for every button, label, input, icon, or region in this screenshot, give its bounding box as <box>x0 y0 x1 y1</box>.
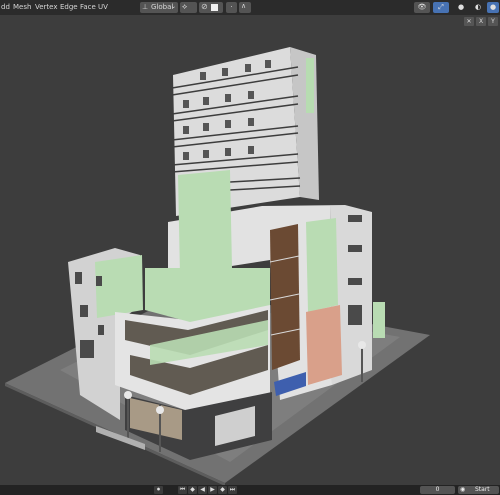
solid-shading-icon[interactable]: ● <box>487 2 499 13</box>
start-frame-field[interactable]: ◉ Start <box>458 486 499 494</box>
axis-icon: ⊥ <box>142 3 149 11</box>
start-label: Start <box>475 486 490 493</box>
chevron-down-icon: ⌄ <box>170 3 176 10</box>
next-keyframe-icon[interactable]: ◆ <box>218 486 227 494</box>
axis-x-button[interactable]: X <box>476 17 486 26</box>
overlay-icon[interactable]: 👁 <box>414 2 430 13</box>
timeline-bar: ⏺ ⏮ ◆ ◀ ▶ ◆ ⏭ 0 ◉ Start <box>0 485 500 495</box>
magnet-icon: ⊘ <box>201 2 208 11</box>
menu-uv[interactable]: UV <box>98 3 108 11</box>
proportional-falloff-dropdown[interactable]: ∧ <box>239 2 251 13</box>
menu-mesh[interactable]: Mesh <box>13 3 31 11</box>
menu-vertex[interactable]: Vertex <box>35 3 58 11</box>
proportional-icon[interactable]: · <box>226 2 237 13</box>
jump-end-icon[interactable]: ⏭ <box>228 486 237 494</box>
pivot-icon: ⟡ <box>182 2 188 11</box>
left-green-panel <box>95 255 143 318</box>
green-glass-tall <box>178 170 232 275</box>
close-icon[interactable]: ✕ <box>464 17 474 26</box>
viewport-header: dd Mesh Vertex Edge Face UV ⊥ Global ⌄ ⟡… <box>0 0 500 15</box>
play-reverse-icon[interactable]: ◀ <box>198 486 207 494</box>
gizmo-icon[interactable]: ⤢ <box>433 2 449 13</box>
transform-orientation-dropdown[interactable]: ⊥ Global ⌄ <box>140 2 178 13</box>
right-green-panel <box>306 218 338 312</box>
prev-keyframe-icon[interactable]: ◆ <box>188 486 197 494</box>
menu-add[interactable]: dd <box>1 3 10 11</box>
viewport-shading-icon[interactable]: ● <box>455 2 467 13</box>
xray-icon[interactable]: ◐ <box>472 2 484 13</box>
axis-y-button[interactable]: Y <box>488 17 498 26</box>
preview-range-icon: ◉ <box>460 486 466 493</box>
falloff-icon: ∧ <box>241 2 247 10</box>
3d-viewport[interactable] <box>0 15 500 485</box>
tower-green-strip <box>306 58 314 113</box>
marker-icon[interactable]: ⏺ <box>154 486 163 494</box>
menu-edge[interactable]: Edge <box>60 3 78 11</box>
building-model <box>5 47 430 485</box>
sign-panel <box>373 302 385 338</box>
pivot-point-dropdown[interactable]: ⟡ <box>180 2 197 13</box>
jump-start-icon[interactable]: ⏮ <box>178 486 187 494</box>
play-icon[interactable]: ▶ <box>208 486 217 494</box>
snap-toggle[interactable]: ⊘ <box>199 2 223 13</box>
menu-face[interactable]: Face <box>80 3 96 11</box>
view-axis-buttons: ✕ X Y <box>464 17 498 26</box>
pink-facade <box>306 305 342 385</box>
snap-target-icon <box>211 4 218 11</box>
current-frame-field[interactable]: 0 <box>420 486 455 494</box>
